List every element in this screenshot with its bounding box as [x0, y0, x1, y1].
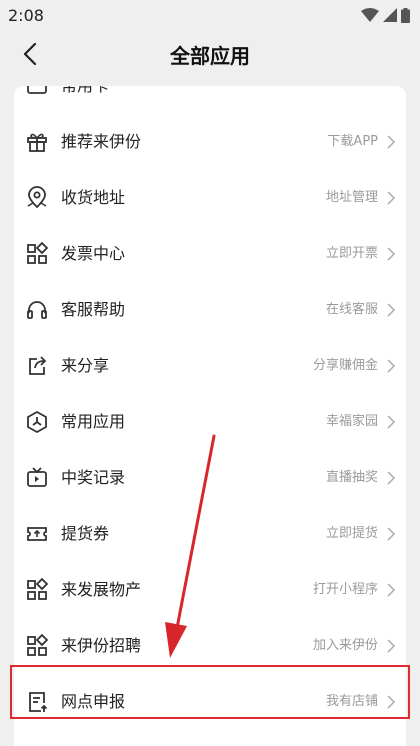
wifi-icon [361, 8, 379, 22]
list-item-label: 中奖记录 [61, 468, 126, 487]
list-item-value: 直播抽奖 [325, 470, 378, 485]
list-item-value: 地址管理 [325, 190, 378, 205]
list-item-value: 我有店铺 [325, 694, 378, 709]
list-item-value: 幸福家园 [325, 414, 378, 429]
list-item-development[interactable]: 来发展物产 打开小程序 [14, 562, 406, 618]
list-item-label: 来伊份招聘 [61, 636, 142, 655]
battery-icon [401, 7, 410, 23]
list-item-label: 网点申报 [61, 692, 126, 711]
list-item-address[interactable]: 收货地址 地址管理 [14, 170, 406, 226]
chevron-right-icon [387, 415, 396, 429]
document-upload-icon [25, 690, 49, 714]
location-icon [25, 186, 49, 210]
status-time: 2:08 [8, 5, 44, 25]
list-item-value: 立即开票 [325, 246, 378, 261]
chevron-right-icon [387, 359, 396, 373]
list-item-value: 在线客服 [325, 302, 378, 317]
list-item-label: 收货地址 [61, 188, 126, 207]
headset-icon [25, 298, 49, 322]
status-icons [361, 7, 410, 23]
chevron-right-icon [387, 191, 396, 205]
list-item-label: 来发展物产 [61, 580, 142, 599]
list-item-recommend[interactable]: 推荐来伊份 下载APP [14, 114, 406, 170]
ticket-icon [25, 522, 49, 546]
list-item-recruitment[interactable]: 来伊份招聘 加入来伊份 [14, 618, 406, 674]
page-title: 全部应用 [170, 44, 250, 68]
list-item-label: 客服帮助 [61, 300, 126, 319]
chevron-right-icon [387, 247, 396, 261]
list-item-value: 打开小程序 [312, 582, 378, 597]
grid-icon [25, 578, 49, 602]
list-item-label: 来分享 [61, 356, 110, 375]
list-item-prize-records[interactable]: 中奖记录 直播抽奖 [14, 450, 406, 506]
list-item-label: 常用应用 [61, 412, 126, 431]
list-item-label: 提货券 [61, 524, 110, 543]
card-icon [25, 86, 49, 98]
app-header: 全部应用 [0, 30, 420, 76]
list-item-common-apps[interactable]: 常用应用 幸福家园 [14, 394, 406, 450]
grid-icon [25, 634, 49, 658]
list-item-value: 分享赚佣金 [312, 358, 378, 373]
gift-icon [25, 130, 49, 154]
signal-icon [383, 8, 397, 22]
list-item-value: 加入来伊份 [312, 638, 378, 653]
chevron-right-icon [387, 527, 396, 541]
list-item-outlet-declaration[interactable]: 网点申报 我有店铺 [14, 674, 406, 730]
chevron-right-icon [387, 695, 396, 709]
list-item-label: 常用卡 [61, 86, 109, 98]
list-item-voucher[interactable]: 提货券 立即提货 [14, 506, 406, 562]
share-icon [25, 354, 49, 378]
grid-icon [25, 242, 49, 266]
status-bar: 2:08 [0, 0, 420, 30]
app-list-card: 常用卡 推荐来伊份 下载APP 收货地址 地址管理 发票中心 立即开票 [14, 86, 406, 746]
chevron-right-icon [387, 639, 396, 653]
list-item-invoice[interactable]: 发票中心 立即开票 [14, 226, 406, 282]
list-item-label: 发票中心 [61, 244, 126, 263]
tv-icon [25, 466, 49, 490]
list-item-label: 推荐来伊份 [61, 132, 142, 151]
list-item-value: 下载APP [327, 134, 378, 149]
list-item-customer-service[interactable]: 客服帮助 在线客服 [14, 282, 406, 338]
chevron-right-icon [387, 583, 396, 597]
app-list: 常用卡 推荐来伊份 下载APP 收货地址 地址管理 发票中心 立即开票 [14, 86, 406, 730]
list-item-common-card[interactable]: 常用卡 [14, 86, 406, 114]
chevron-right-icon [387, 303, 396, 317]
hexagon-icon [25, 410, 49, 434]
list-item-share[interactable]: 来分享 分享赚佣金 [14, 338, 406, 394]
list-item-value: 立即提货 [325, 526, 378, 541]
chevron-right-icon [387, 135, 396, 149]
chevron-right-icon [387, 471, 396, 485]
